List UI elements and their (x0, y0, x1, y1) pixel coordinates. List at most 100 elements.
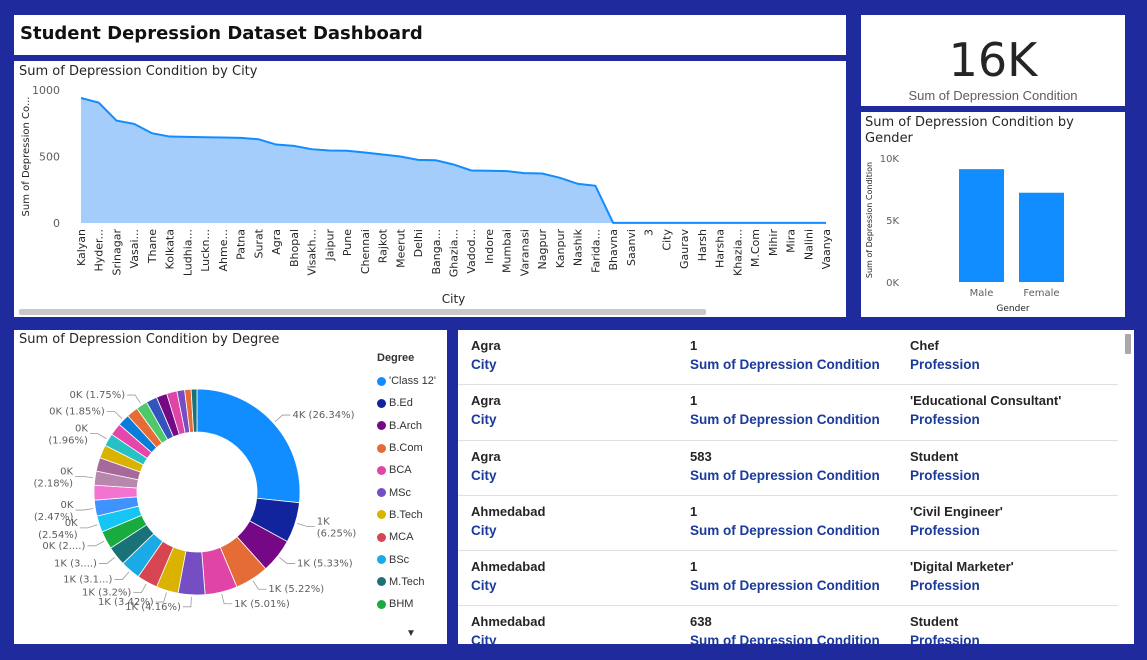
city-area-chart-panel[interactable]: Sum of Depression Condition by City 0 500… (14, 61, 846, 317)
legend-item[interactable]: M.Tech (377, 571, 436, 593)
slice-data-label: 0K (1.85%) (49, 407, 105, 418)
dashboard-title-panel: Student Depression Dataset Dashboard (14, 15, 846, 55)
y-tick-label: 5K (886, 216, 899, 227)
legend-swatch (377, 398, 386, 408)
table-row[interactable]: Ahmedabad City 1 Sum of Depression Conditio… (458, 551, 1118, 607)
slice-leader-line (182, 596, 192, 608)
x-tick-label: Vadod... (465, 229, 478, 274)
slice-data-label: 1K (3.42%) (98, 597, 154, 608)
y-tick-label: 0 (53, 217, 60, 230)
x-tick-label: 3 (643, 229, 656, 236)
slice-leader-line (297, 522, 315, 527)
y-tick-label: 1000 (32, 84, 60, 97)
x-tick-label: Bhopal (288, 229, 301, 267)
sum-value: 1 (690, 338, 698, 353)
city-value: Agra (471, 448, 501, 464)
city-chart-scrollbar[interactable] (19, 309, 706, 315)
x-tick-label: Pune (341, 229, 354, 256)
x-tick-label: Nalini (802, 229, 815, 260)
table-row[interactable]: Ahmedabad City 638 Sum of Depression Condit… (458, 606, 1118, 644)
y-axis-title: Sum of Depression Condition (865, 162, 874, 278)
profession-value: Student (910, 448, 959, 464)
table-row[interactable]: Ahmedabad City 1 Sum of Depression Conditio… (458, 496, 1118, 552)
x-tick-label: Mira (785, 229, 798, 253)
city-value: Agra (471, 393, 501, 409)
dashboard-title: Student Depression Dataset Dashboard (20, 23, 423, 44)
x-tick-label: Mihir (767, 229, 780, 257)
legend-item[interactable]: 'Class 12' (377, 370, 436, 392)
city-value: Agra (471, 338, 501, 353)
legend-item[interactable]: B.Com (377, 437, 436, 459)
slice-data-label: 1K (5.33%) (297, 559, 353, 570)
x-tick-label: Srinagar (110, 229, 123, 276)
x-tick-label: Bhavna (607, 229, 620, 270)
x-tick-label: Female (1023, 288, 1059, 299)
legend-swatch (377, 510, 386, 520)
slice-leader-line (89, 433, 107, 440)
table-row[interactable]: Agra City 583 Sum of Depression Condition St… (458, 441, 1118, 496)
degree-donut-chart-panel[interactable]: Sum of Depression Condition by Degree 4K… (14, 330, 447, 644)
slice-leader-line (79, 524, 98, 529)
legend-label: 'Class 12' (389, 375, 436, 388)
slice-data-label: 0K (61, 500, 74, 511)
donut-slice (196, 388, 301, 504)
legend-item[interactable]: B.Arch (377, 415, 436, 437)
slice-data-label: (2.47%) (34, 512, 74, 523)
slice-leader-line (75, 508, 94, 511)
legend-label: B.Arch (389, 419, 423, 432)
legend-item[interactable]: BSc (377, 548, 436, 570)
legend-swatch (377, 555, 386, 565)
x-tick-label: Kolkata (164, 229, 177, 269)
legend-label: BSc (389, 553, 410, 566)
degree-legend: 'Class 12' B.Ed B.Arch B.Com BCA MSc B.Tech MCA… (377, 370, 436, 615)
gender-bar (1019, 192, 1064, 282)
slice-data-label: (1.96%) (48, 436, 88, 447)
sum-label: Sum of Depression Condition (690, 578, 880, 594)
slice-leader-line (221, 593, 233, 605)
y-tick-label: 0K (886, 278, 899, 289)
legend-swatch (377, 488, 386, 498)
degree-donut-chart[interactable]: 4K (26.34%) 1K(6.25%) 1K (5.33%) 1K (5.22%)… (14, 330, 374, 644)
table-row[interactable]: Agra City 1 Sum of Depression Condition 'Edu… (458, 385, 1118, 441)
x-tick-label: M.Com (749, 229, 762, 267)
area-fill (81, 97, 826, 223)
legend-scroll-down-icon[interactable]: ▼ (406, 628, 416, 639)
x-tick-label: Ahme... (217, 229, 230, 271)
legend-item[interactable]: B.Tech (377, 504, 436, 526)
city-profession-table[interactable]: Agra City 1 Sum of Depression Condition Chef… (458, 330, 1134, 644)
legend-item[interactable]: MSc (377, 481, 436, 503)
x-tick-label: Kalyan (75, 229, 88, 266)
x-tick-label: Nashik (572, 228, 585, 266)
slice-data-label: (2.54%) (38, 530, 78, 541)
city-label: City (471, 357, 497, 372)
city-value: Ahmedabad (471, 614, 546, 630)
slice-data-label: 0K (60, 466, 73, 477)
city-area-chart[interactable]: 0 500 1000Sum of Depression Co... Kalyan Hyd… (14, 61, 846, 317)
x-tick-label: Meerut (394, 228, 407, 268)
legend-swatch (377, 421, 386, 431)
legend-item[interactable]: BHM (377, 593, 436, 615)
city-label: City (471, 467, 497, 483)
slice-data-label: 1K (3....) (54, 559, 97, 570)
slice-data-label: 4K (26.34%) (292, 410, 354, 421)
sum-label: Sum of Depression Condition (690, 412, 880, 428)
legend-item[interactable]: BCA (377, 459, 436, 481)
profession-value: 'Educational Consultant' (910, 393, 1062, 409)
slice-leader-line (252, 580, 267, 590)
x-tick-label: Harsh (696, 229, 709, 261)
slice-leader-line (133, 583, 147, 594)
table-rows: Agra City 1 Sum of Depression Condition Chef… (458, 330, 1118, 644)
city-value: Ahmedabad (471, 559, 546, 575)
legend-label: MSc (389, 486, 411, 499)
gender-bar-chart-panel[interactable]: Sum of Depression Condition by Gender 0K… (861, 112, 1125, 317)
slice-leader-line (127, 394, 141, 404)
legend-item[interactable]: MCA (377, 526, 436, 548)
table-row[interactable]: Agra City 1 Sum of Depression Condition Chef… (458, 330, 1118, 386)
table-scrollbar[interactable] (1125, 334, 1131, 354)
legend-item[interactable]: B.Ed (377, 392, 436, 414)
sum-value: 1 (690, 393, 698, 409)
legend-label: B.Tech (389, 508, 423, 521)
x-tick-label: Vasai... (128, 229, 141, 268)
x-tick-label: Kanpur (554, 229, 567, 269)
profession-label: Profession (910, 633, 980, 644)
